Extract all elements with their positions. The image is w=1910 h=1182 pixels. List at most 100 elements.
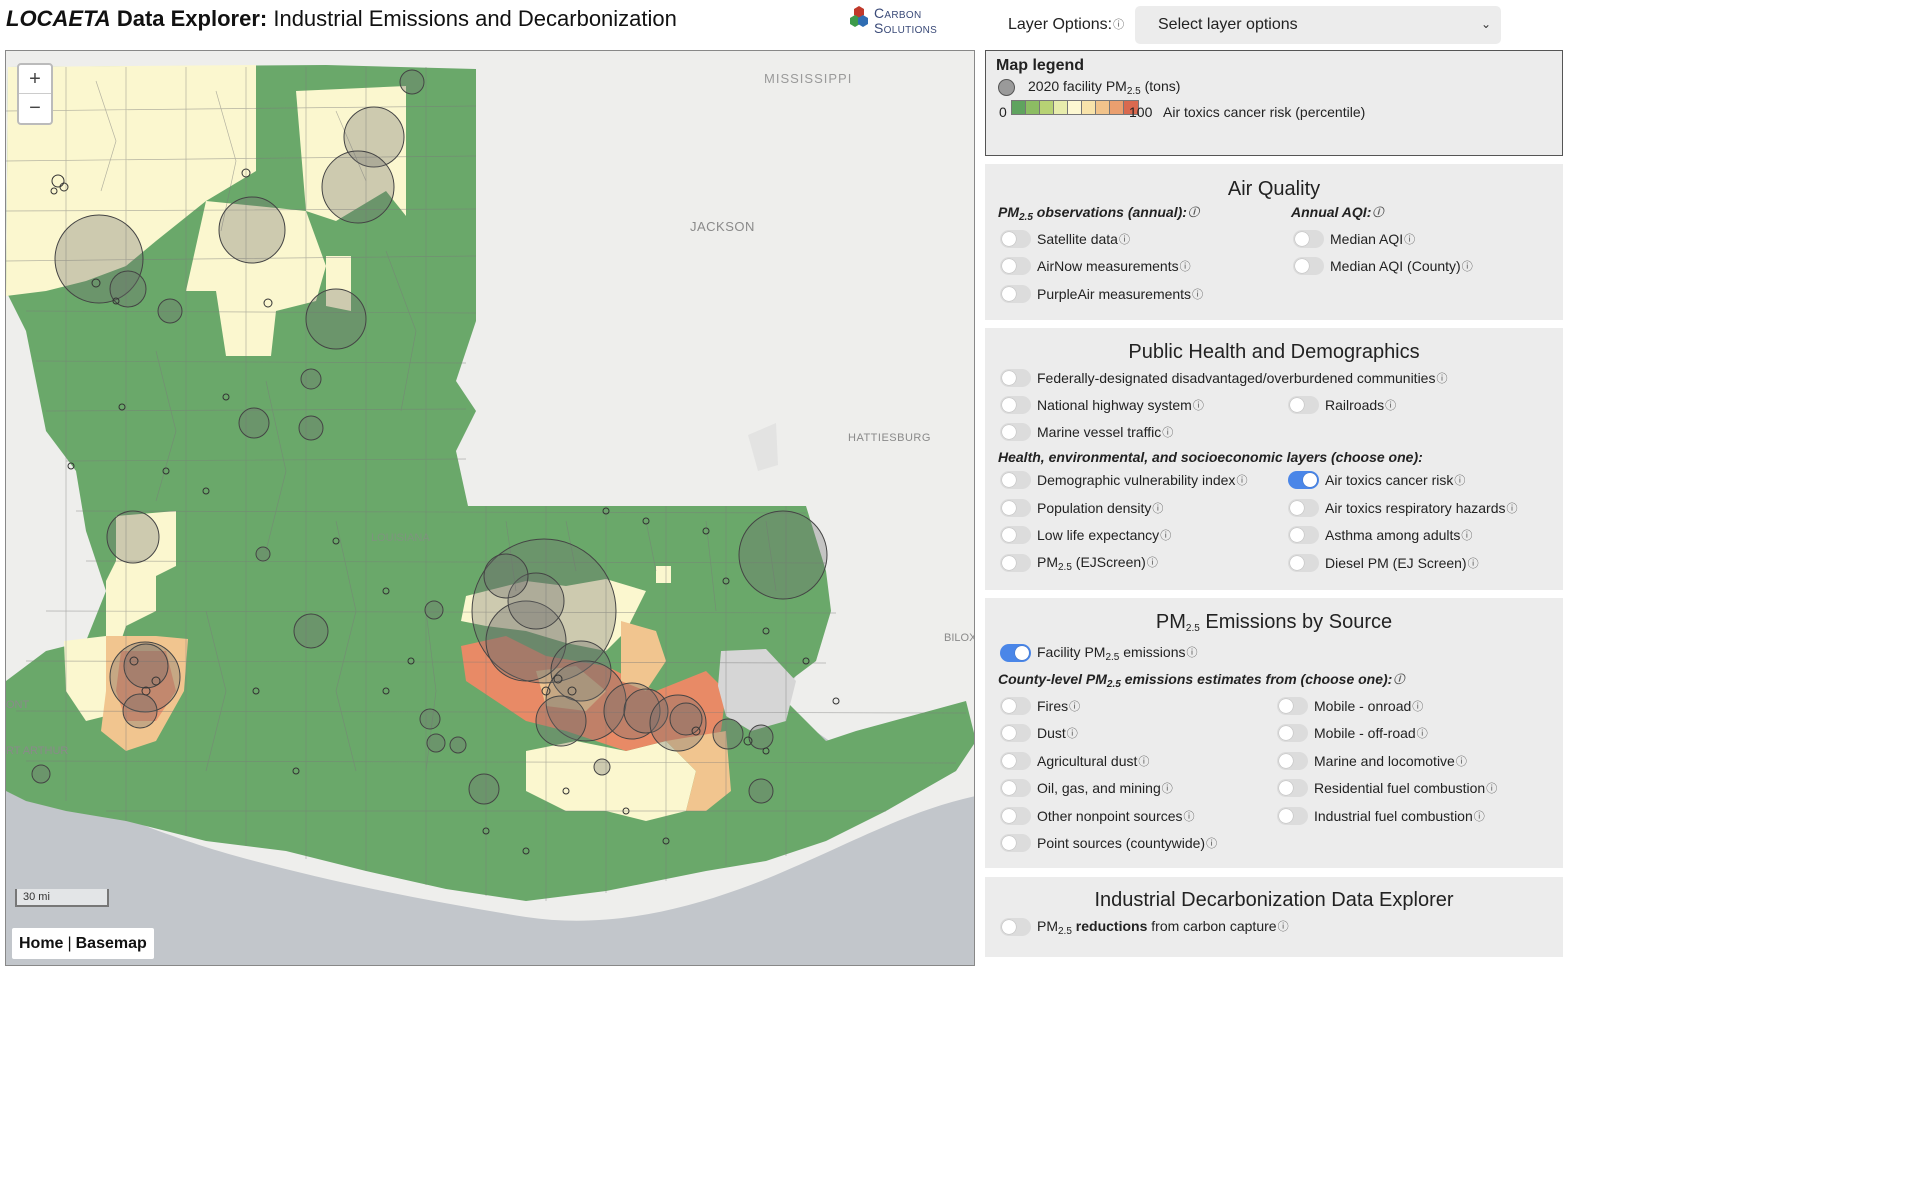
info-icon[interactable]: ⓘ — [1393, 674, 1404, 686]
layer-options-select[interactable]: Select layer options ⌄ — [1135, 6, 1501, 44]
toggle-switch[interactable] — [1000, 499, 1031, 517]
info-icon[interactable]: ⓘ — [1138, 756, 1149, 768]
facility-bubble[interactable] — [157, 298, 183, 324]
toggle-ag-dust[interactable]: Agricultural dustⓘ — [1000, 751, 1149, 771]
info-icon[interactable]: ⓘ — [1486, 783, 1497, 795]
toggle-pm-ejscreen[interactable]: PM2.5 (EJScreen)ⓘ — [1000, 553, 1158, 573]
toggle-switch[interactable] — [1277, 807, 1308, 825]
zoom-out-button[interactable]: − — [19, 94, 51, 123]
facility-bubble[interactable] — [483, 553, 529, 599]
info-icon[interactable]: ⓘ — [1507, 503, 1518, 515]
toggle-carbon-capture[interactable]: PM2.5 reductions from carbon captureⓘ — [1000, 917, 1289, 937]
toggle-mobile-onroad[interactable]: Mobile - onroadⓘ — [1277, 696, 1423, 716]
info-icon[interactable]: ⓘ — [1412, 701, 1423, 713]
facility-bubble[interactable] — [535, 695, 587, 747]
info-icon[interactable]: ⓘ — [1147, 557, 1158, 569]
info-icon[interactable]: ⓘ — [1436, 373, 1447, 385]
info-icon[interactable]: ⓘ — [1192, 289, 1203, 301]
facility-bubble[interactable] — [255, 546, 271, 562]
info-icon[interactable]: ⓘ — [1462, 261, 1473, 273]
toggle-oil-gas[interactable]: Oil, gas, and miningⓘ — [1000, 778, 1173, 798]
facility-bubble[interactable] — [426, 733, 446, 753]
toggle-pop-density[interactable]: Population densityⓘ — [1000, 498, 1163, 518]
facility-bubble[interactable] — [238, 407, 270, 439]
facility-bubble[interactable] — [424, 600, 444, 620]
carbon-solutions-logo[interactable]: Carbon Solutions — [850, 4, 960, 36]
toggle-marine-vessel[interactable]: Marine vessel trafficⓘ — [1000, 422, 1173, 442]
facility-bubble[interactable] — [122, 693, 158, 729]
toggle-switch[interactable] — [1000, 257, 1031, 275]
toggle-highway[interactable]: National highway systemⓘ — [1000, 395, 1204, 415]
toggle-airnow[interactable]: AirNow measurementsⓘ — [1000, 256, 1191, 276]
toggle-life-expectancy[interactable]: Low life expectancyⓘ — [1000, 525, 1171, 545]
facility-bubble[interactable] — [419, 708, 441, 730]
toggle-marine-loco[interactable]: Marine and locomotiveⓘ — [1277, 751, 1467, 771]
info-icon[interactable]: ⓘ — [1278, 921, 1289, 933]
toggle-point-sources[interactable]: Point sources (countywide)ⓘ — [1000, 833, 1217, 853]
toggle-switch[interactable] — [1000, 724, 1031, 742]
toggle-asthma[interactable]: Asthma among adultsⓘ — [1288, 525, 1472, 545]
info-icon[interactable]: ⓘ — [1193, 400, 1204, 412]
facility-bubble[interactable] — [321, 150, 395, 224]
facility-bubble[interactable] — [593, 758, 611, 776]
info-icon[interactable]: ⓘ — [1385, 400, 1396, 412]
info-icon[interactable]: ⓘ — [1417, 728, 1428, 740]
info-icon[interactable]: ⓘ — [1152, 503, 1163, 515]
facility-bubble[interactable] — [712, 718, 744, 750]
facility-bubble[interactable] — [468, 773, 500, 805]
toggle-median-aqi-county[interactable]: Median AQI (County)ⓘ — [1293, 256, 1473, 276]
toggle-switch[interactable] — [1288, 554, 1319, 572]
info-icon[interactable]: ⓘ — [1162, 783, 1173, 795]
info-icon[interactable]: ⓘ — [1162, 427, 1173, 439]
toggle-switch[interactable] — [1000, 752, 1031, 770]
info-icon[interactable]: ⓘ — [1069, 701, 1080, 713]
info-icon[interactable]: ⓘ — [1113, 19, 1124, 31]
toggle-switch[interactable] — [1277, 752, 1308, 770]
toggle-disadvantaged[interactable]: Federally-designated disadvantaged/overb… — [1000, 368, 1447, 388]
toggle-switch[interactable] — [1277, 779, 1308, 797]
toggle-switch[interactable] — [1000, 554, 1031, 572]
toggle-switch[interactable] — [1000, 697, 1031, 715]
facility-bubble[interactable] — [31, 764, 51, 784]
info-icon[interactable]: ⓘ — [1180, 261, 1191, 273]
facility-bubble[interactable] — [669, 702, 703, 736]
map-canvas[interactable]: MISSISSIPPI JACKSON HATTIESBURG BILOX LO… — [6, 51, 975, 966]
info-icon[interactable]: ⓘ — [1474, 811, 1485, 823]
toggle-respiratory[interactable]: Air toxics respiratory hazardsⓘ — [1288, 498, 1518, 518]
toggle-switch[interactable] — [1000, 526, 1031, 544]
toggle-switch[interactable] — [1288, 471, 1319, 489]
toggle-industrial[interactable]: Industrial fuel combustionⓘ — [1277, 806, 1485, 826]
facility-bubble[interactable] — [298, 415, 324, 441]
facility-bubble[interactable] — [300, 368, 322, 390]
toggle-facility-emissions[interactable]: Facility PM2.5 emissionsⓘ — [1000, 643, 1198, 663]
toggle-switch[interactable] — [1000, 834, 1031, 852]
facility-bubble[interactable] — [305, 288, 367, 350]
toggle-diesel[interactable]: Diesel PM (EJ Screen)ⓘ — [1288, 553, 1479, 573]
toggle-switch[interactable] — [1000, 807, 1031, 825]
toggle-satellite-data[interactable]: Satellite dataⓘ — [1000, 229, 1130, 249]
toggle-other-nonpoint[interactable]: Other nonpoint sourcesⓘ — [1000, 806, 1195, 826]
toggle-switch[interactable] — [1288, 396, 1319, 414]
info-icon[interactable]: ⓘ — [1206, 838, 1217, 850]
home-link[interactable]: Home — [19, 935, 63, 952]
info-icon[interactable]: ⓘ — [1372, 207, 1383, 219]
toggle-switch[interactable] — [1000, 918, 1031, 936]
facility-bubble[interactable] — [399, 69, 425, 95]
info-icon[interactable]: ⓘ — [1119, 234, 1130, 246]
facility-bubble[interactable] — [106, 510, 160, 564]
info-icon[interactable]: ⓘ — [1184, 811, 1195, 823]
toggle-dust[interactable]: Dustⓘ — [1000, 723, 1078, 743]
toggle-switch[interactable] — [1000, 423, 1031, 441]
facility-bubble[interactable] — [123, 643, 169, 689]
toggle-switch[interactable] — [1000, 396, 1031, 414]
toggle-median-aqi[interactable]: Median AQIⓘ — [1293, 229, 1415, 249]
zoom-in-button[interactable]: + — [19, 65, 51, 94]
facility-bubble[interactable] — [748, 724, 774, 750]
basemap-link[interactable]: Basemap — [76, 935, 147, 952]
toggle-demographic[interactable]: Demographic vulnerability indexⓘ — [1000, 470, 1247, 490]
toggle-switch[interactable] — [1000, 285, 1031, 303]
toggle-switch[interactable] — [1000, 369, 1031, 387]
info-icon[interactable]: ⓘ — [1461, 530, 1472, 542]
info-icon[interactable]: ⓘ — [1236, 475, 1247, 487]
info-icon[interactable]: ⓘ — [1456, 756, 1467, 768]
